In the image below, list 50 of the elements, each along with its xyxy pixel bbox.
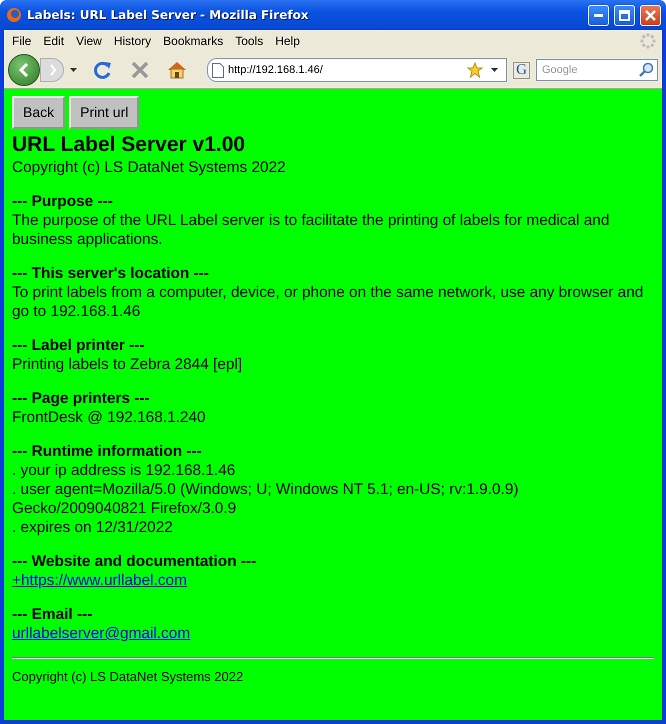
section-heading: --- Page printers --- [12,389,151,408]
section-heading: --- Purpose --- [12,192,114,211]
dropdown-icon[interactable] [70,68,77,72]
minimize-button[interactable] [588,4,609,26]
section-text: Printing labels to Zebra 2844 [epl] [12,355,244,374]
menu-item[interactable]: Bookmarks [159,34,232,48]
close-icon [645,10,656,20]
address-bar[interactable]: http://192.168.1.46/ [207,58,508,82]
star-icon[interactable] [467,62,484,78]
section-text: To print labels from a computer, device, or phone on the same network, use any browser and go to 192.168.1.46 [12,283,644,321]
section-heading: --- Email --- [12,605,94,624]
menu-item[interactable]: File [8,34,40,48]
menu-item[interactable]: View [72,34,110,48]
search-box[interactable]: Google [536,59,658,81]
menu-item[interactable]: Edit [39,34,72,48]
section-heading: --- This server's location --- [12,264,210,283]
minimize-icon [594,14,603,16]
maximize-button[interactable] [614,4,635,26]
footer-text: Copyright (c) LS DataNet Systems 2022 [12,668,244,686]
url-input[interactable]: http://192.168.1.46/ [228,64,464,76]
search-engine-button[interactable]: G [513,62,530,78]
dropdown-icon[interactable] [491,68,498,72]
section-heading: --- Website and documentation --- [12,552,258,571]
copyright-text: Copyright (c) LS DataNet Systems 2022 [12,158,287,177]
page-button[interactable]: Print url [69,96,140,129]
page-heading: URL Label Server v1.00 [12,132,246,157]
section-text: . expires on 12/31/2022 [12,518,174,537]
section-heading: --- Label printer --- [12,336,146,355]
window-title: Labels: URL Label Server - Mozilla Firefox [27,8,310,22]
section-text: . your ip address is 192.168.1.46 [12,461,236,480]
section-text: . user agent=Mozilla/5.0 (Windows; U; Windows NT 5.1; en-US; rv:1.9.0.9) [12,480,520,499]
home-icon[interactable] [167,61,187,79]
link[interactable]: +https://www.urllabel.com [12,572,187,589]
page-icon [212,62,224,78]
firefox-icon [6,7,22,23]
maximize-icon [619,10,630,20]
page-button[interactable]: Back [12,96,66,129]
menu-item[interactable]: Help [271,34,308,48]
section-text: FrontDesk @ 192.168.1.240 [12,408,207,427]
link[interactable]: urllabelserver@gmail.com [12,625,190,642]
section-text: Gecko/2009040821 Firefox/3.0.9 [12,499,238,518]
section-heading: --- Runtime information --- [12,442,203,461]
menu-item[interactable]: History [110,34,160,48]
section-text: The purpose of the URL Label server is to facilitate the printing of labels for medical and business applications. [12,211,610,249]
throbber-icon [640,33,656,49]
search-icon[interactable] [638,62,654,78]
close-button[interactable] [640,4,661,26]
back-button[interactable] [8,54,40,86]
reload-icon[interactable] [93,60,113,80]
menu-item[interactable]: Tools [231,34,272,48]
